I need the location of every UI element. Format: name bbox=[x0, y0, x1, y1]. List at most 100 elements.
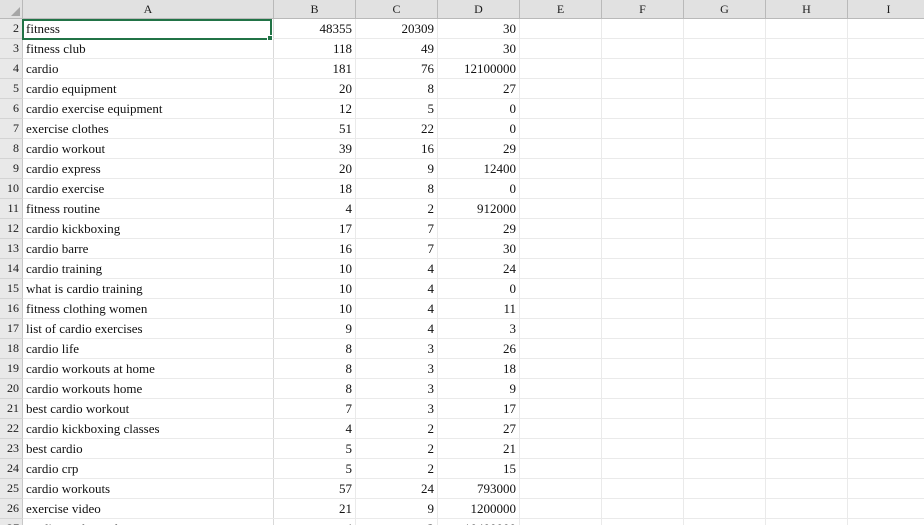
row-header-20[interactable]: 20 bbox=[0, 378, 23, 399]
cell-H11[interactable] bbox=[765, 198, 848, 219]
cell-F10[interactable] bbox=[601, 178, 684, 199]
cell-A19[interactable]: cardio workouts at home bbox=[22, 358, 274, 379]
cell-D4[interactable]: 12100000 bbox=[437, 58, 520, 79]
cell-G20[interactable] bbox=[683, 378, 766, 399]
cell-E21[interactable] bbox=[519, 398, 602, 419]
table-row[interactable]: 4 cardio 181 76 12100000 bbox=[0, 58, 924, 79]
cell-B17[interactable]: 9 bbox=[273, 318, 356, 339]
cell-H23[interactable] bbox=[765, 438, 848, 459]
cell-B8[interactable]: 39 bbox=[273, 138, 356, 159]
column-header-b[interactable]: B bbox=[273, 0, 356, 19]
cell-I9[interactable] bbox=[847, 158, 924, 179]
column-header-a[interactable]: A bbox=[22, 0, 274, 19]
cell-C25[interactable]: 24 bbox=[355, 478, 438, 499]
cell-A5[interactable]: cardio equipment bbox=[22, 78, 274, 99]
cell-B18[interactable]: 8 bbox=[273, 338, 356, 359]
cell-H18[interactable] bbox=[765, 338, 848, 359]
cell-E18[interactable] bbox=[519, 338, 602, 359]
table-row[interactable]: 22 cardio kickboxing classes 4 2 27 bbox=[0, 418, 924, 439]
table-row[interactable]: 23 best cardio 5 2 21 bbox=[0, 438, 924, 459]
row-header-26[interactable]: 26 bbox=[0, 498, 23, 519]
cell-D21[interactable]: 17 bbox=[437, 398, 520, 419]
cell-F18[interactable] bbox=[601, 338, 684, 359]
cell-B16[interactable]: 10 bbox=[273, 298, 356, 319]
cell-A23[interactable]: best cardio bbox=[22, 438, 274, 459]
cell-I24[interactable] bbox=[847, 458, 924, 479]
cell-G27[interactable] bbox=[683, 518, 766, 525]
cell-C12[interactable]: 7 bbox=[355, 218, 438, 239]
row-header-3[interactable]: 3 bbox=[0, 38, 23, 59]
cell-A14[interactable]: cardio training bbox=[22, 258, 274, 279]
cell-H5[interactable] bbox=[765, 78, 848, 99]
cell-F24[interactable] bbox=[601, 458, 684, 479]
cell-G6[interactable] bbox=[683, 98, 766, 119]
cell-G16[interactable] bbox=[683, 298, 766, 319]
table-row[interactable]: 11 fitness routine 4 2 912000 bbox=[0, 198, 924, 219]
row-header-24[interactable]: 24 bbox=[0, 458, 23, 479]
cell-I2[interactable] bbox=[847, 18, 924, 39]
cell-I25[interactable] bbox=[847, 478, 924, 499]
cell-F21[interactable] bbox=[601, 398, 684, 419]
cell-D5[interactable]: 27 bbox=[437, 78, 520, 99]
cell-I14[interactable] bbox=[847, 258, 924, 279]
table-row[interactable]: 16 fitness clothing women 10 4 11 bbox=[0, 298, 924, 319]
cell-C9[interactable]: 9 bbox=[355, 158, 438, 179]
worksheet-table[interactable]: A B C D E F G H I 2 fitness 48355 20309 30 3 f… bbox=[0, 0, 924, 525]
cell-C5[interactable]: 8 bbox=[355, 78, 438, 99]
cell-G3[interactable] bbox=[683, 38, 766, 59]
cell-E13[interactable] bbox=[519, 238, 602, 259]
cell-B20[interactable]: 8 bbox=[273, 378, 356, 399]
cell-C6[interactable]: 5 bbox=[355, 98, 438, 119]
cell-D16[interactable]: 11 bbox=[437, 298, 520, 319]
cell-I27[interactable] bbox=[847, 518, 924, 525]
cell-C16[interactable]: 4 bbox=[355, 298, 438, 319]
table-row[interactable]: 26 exercise video 21 9 1200000 bbox=[0, 498, 924, 519]
cell-G2[interactable] bbox=[683, 18, 766, 39]
cell-D11[interactable]: 912000 bbox=[437, 198, 520, 219]
cell-D10[interactable]: 0 bbox=[437, 178, 520, 199]
cell-F12[interactable] bbox=[601, 218, 684, 239]
cell-G11[interactable] bbox=[683, 198, 766, 219]
table-row[interactable]: 20 cardio workouts home 8 3 9 bbox=[0, 378, 924, 399]
cell-C17[interactable]: 4 bbox=[355, 318, 438, 339]
cell-I8[interactable] bbox=[847, 138, 924, 159]
cell-B21[interactable]: 7 bbox=[273, 398, 356, 419]
table-row[interactable]: 10 cardio exercise 18 8 0 bbox=[0, 178, 924, 199]
cell-D26[interactable]: 1200000 bbox=[437, 498, 520, 519]
cell-B14[interactable]: 10 bbox=[273, 258, 356, 279]
cell-I18[interactable] bbox=[847, 338, 924, 359]
row-header-4[interactable]: 4 bbox=[0, 58, 23, 79]
cell-B3[interactable]: 118 bbox=[273, 38, 356, 59]
cell-I23[interactable] bbox=[847, 438, 924, 459]
cell-G4[interactable] bbox=[683, 58, 766, 79]
table-row[interactable]: 2 fitness 48355 20309 30 bbox=[0, 18, 924, 39]
cell-H24[interactable] bbox=[765, 458, 848, 479]
cell-G25[interactable] bbox=[683, 478, 766, 499]
table-row[interactable]: 8 cardio workout 39 16 29 bbox=[0, 138, 924, 159]
cell-E25[interactable] bbox=[519, 478, 602, 499]
cell-F15[interactable] bbox=[601, 278, 684, 299]
cell-A8[interactable]: cardio workout bbox=[22, 138, 274, 159]
cell-C13[interactable]: 7 bbox=[355, 238, 438, 259]
cell-D2[interactable]: 30 bbox=[437, 18, 520, 39]
table-row[interactable]: 19 cardio workouts at home 8 3 18 bbox=[0, 358, 924, 379]
row-header-23[interactable]: 23 bbox=[0, 438, 23, 459]
cell-E6[interactable] bbox=[519, 98, 602, 119]
row-header-17[interactable]: 17 bbox=[0, 318, 23, 339]
cell-I26[interactable] bbox=[847, 498, 924, 519]
cell-H9[interactable] bbox=[765, 158, 848, 179]
table-row[interactable]: 12 cardio kickboxing 17 7 29 bbox=[0, 218, 924, 239]
cell-G23[interactable] bbox=[683, 438, 766, 459]
cell-H20[interactable] bbox=[765, 378, 848, 399]
cell-B13[interactable]: 16 bbox=[273, 238, 356, 259]
cell-I11[interactable] bbox=[847, 198, 924, 219]
cell-E8[interactable] bbox=[519, 138, 602, 159]
cell-E20[interactable] bbox=[519, 378, 602, 399]
cell-G13[interactable] bbox=[683, 238, 766, 259]
cell-H7[interactable] bbox=[765, 118, 848, 139]
cell-E16[interactable] bbox=[519, 298, 602, 319]
cell-I22[interactable] bbox=[847, 418, 924, 439]
cell-E26[interactable] bbox=[519, 498, 602, 519]
cell-G21[interactable] bbox=[683, 398, 766, 419]
cell-H6[interactable] bbox=[765, 98, 848, 119]
